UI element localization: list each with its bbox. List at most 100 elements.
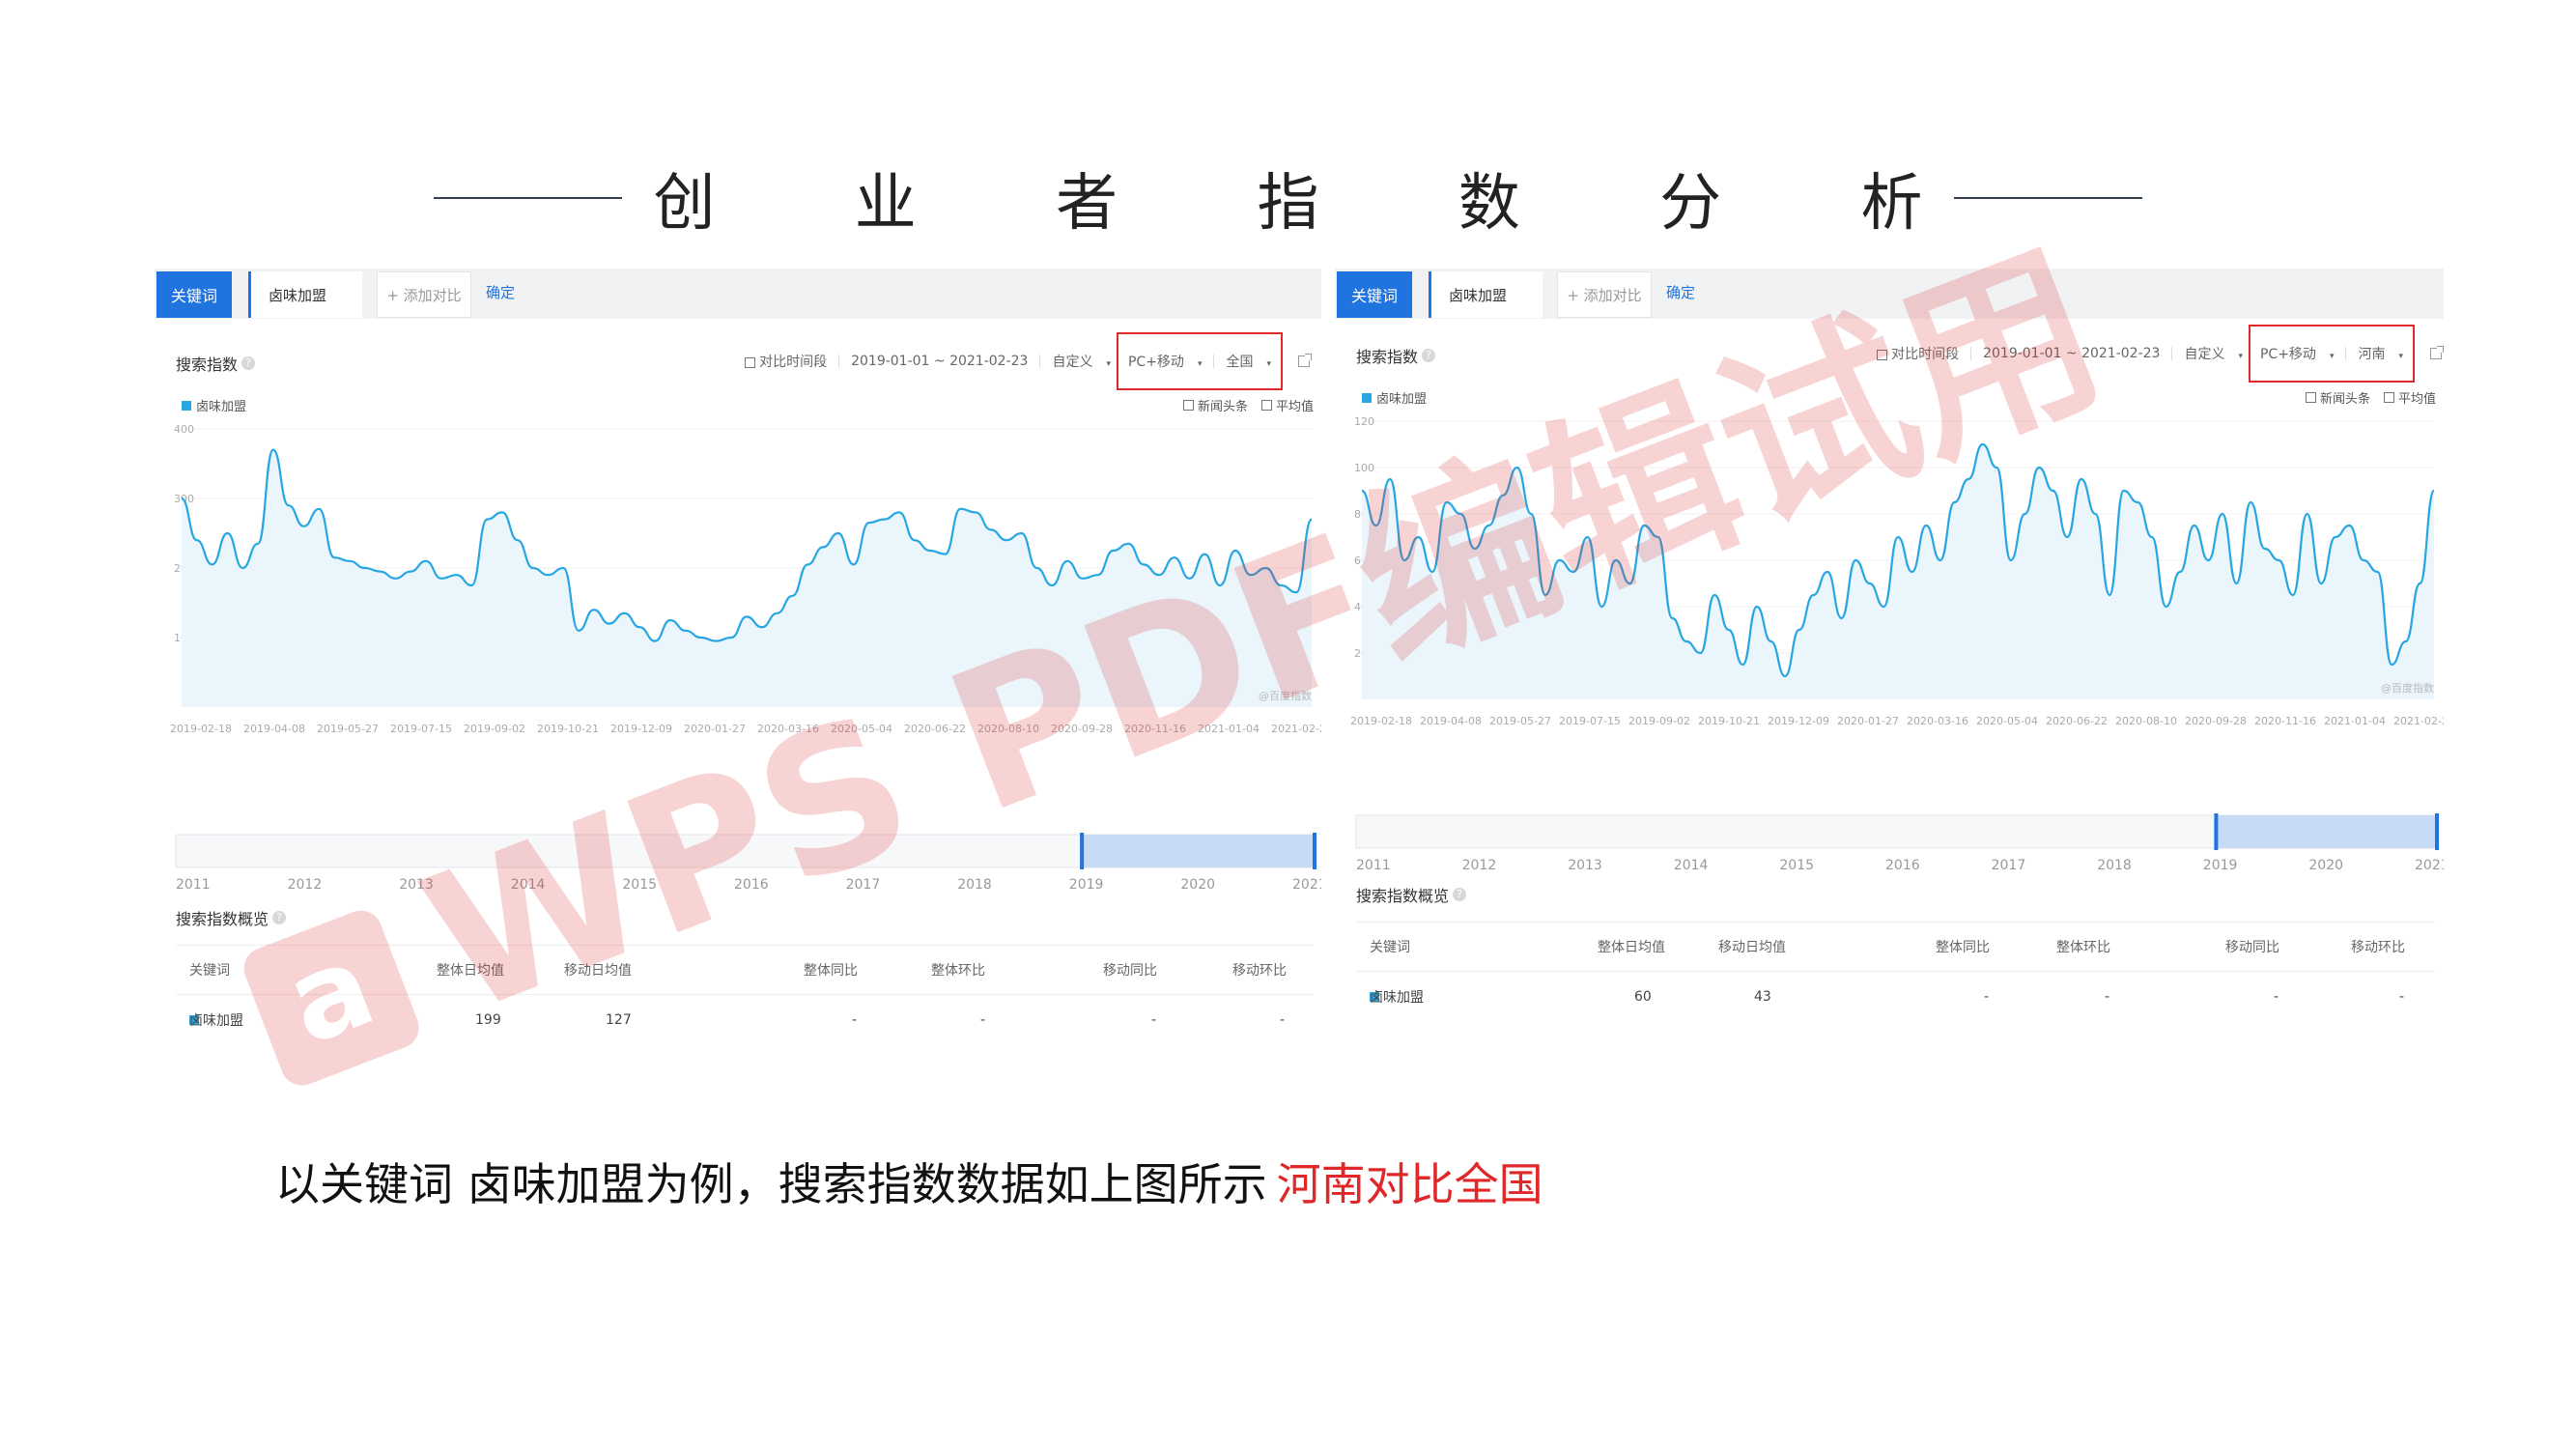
keyword-tab[interactable]: 关键词 xyxy=(156,271,232,318)
x-tick-label: 2020-08-10 xyxy=(2115,715,2177,727)
range-year-label: 2012 xyxy=(1462,858,1497,873)
confirm-link[interactable]: 确定 xyxy=(486,282,515,302)
device-dropdown[interactable]: PC+移动 ▾ xyxy=(2260,344,2334,363)
x-tick-label: 2019-07-15 xyxy=(390,723,452,735)
news-label: 新闻头条 xyxy=(2319,392,2370,407)
checkbox-icon xyxy=(745,356,756,368)
export-icon[interactable] xyxy=(2430,346,2444,359)
chart-controls: 对比时间段 2019-01-01 ~ 2021-02-23 自定义 ▾ PC+移动… xyxy=(745,332,1312,390)
x-tick-label: 2019-09-02 xyxy=(464,723,525,735)
chart-controls: 对比时间段 2019-01-01 ~ 2021-02-23 自定义 ▾ PC+移动… xyxy=(1877,325,2444,383)
chart-legend: 卤味加盟 xyxy=(182,396,246,414)
compare-period-toggle[interactable]: 对比时间段 xyxy=(1877,344,1959,363)
divider xyxy=(2171,347,2173,360)
custom-dropdown[interactable]: 自定义 ▾ xyxy=(2184,344,2243,363)
x-tick-label: 2019-04-08 xyxy=(243,723,305,735)
date-range[interactable]: 2019-01-01 ~ 2021-02-23 xyxy=(1983,346,2160,361)
help-icon[interactable]: ? xyxy=(1453,888,1467,901)
average-label: 平均值 xyxy=(2397,392,2436,407)
header-keyword: 关键词 xyxy=(189,963,230,979)
highlight-box: PC+移动 ▾ 全国 ▾ xyxy=(1116,332,1283,390)
range-year-label: 2021 xyxy=(2415,858,2444,873)
divider xyxy=(838,355,840,368)
keyword-input[interactable]: 卤味加盟 xyxy=(248,271,362,318)
overview-table: 关键词 整体日均值 移动日均值 整体同比 整体环比 移动同比 移动环比 卤味加盟… xyxy=(176,945,1314,1045)
dropdown-arrow-icon: ▾ xyxy=(2398,352,2403,361)
help-icon[interactable]: ? xyxy=(1422,349,1436,362)
compare-period-label: 对比时间段 xyxy=(1891,347,1960,362)
range-handle-right xyxy=(1313,833,1316,869)
header-mobile-mom: 移动环比 xyxy=(1232,963,1287,979)
row-keyword-text: 卤味加盟 xyxy=(1370,990,1424,1006)
average-toggle[interactable]: 平均值 xyxy=(2383,388,2436,407)
x-tick-label: 2019-10-21 xyxy=(537,723,599,735)
range-year-label: 2016 xyxy=(734,877,769,893)
keyword-input[interactable]: 卤味加盟 xyxy=(1429,271,1543,318)
row-mobile-yoy: - xyxy=(1151,1012,1157,1028)
keyword-tab[interactable]: 关键词 xyxy=(1337,271,1412,318)
export-icon[interactable] xyxy=(1298,354,1312,367)
x-tick-label: 2020-01-27 xyxy=(684,723,746,735)
device-dropdown[interactable]: PC+移动 ▾ xyxy=(1128,352,1202,371)
keyword-bar: 关键词 卤味加盟 + 添加对比 确定 xyxy=(155,269,1321,319)
dropdown-arrow-icon: ▾ xyxy=(1266,359,1271,369)
checkbox-icon xyxy=(1877,349,1888,360)
x-tick-label: 2020-06-22 xyxy=(2046,715,2108,727)
range-year-label: 2011 xyxy=(176,877,211,893)
range-year-label: 2015 xyxy=(1779,858,1814,873)
header-mobile-yoy: 移动同比 xyxy=(1103,963,1157,979)
divider xyxy=(1970,347,1972,360)
news-toggle[interactable]: 新闻头条 xyxy=(2305,388,2370,407)
slide-caption: 以关键词 卤味加盟为例，搜索指数数据如上图所示 河南对比全国 xyxy=(275,1150,1543,1213)
divider xyxy=(1039,355,1041,368)
news-toggle[interactable]: 新闻头条 xyxy=(1182,396,1248,414)
region-label: 河南 xyxy=(2358,347,2386,362)
overview-table: 关键词 整体日均值 移动日均值 整体同比 整体环比 移动同比 移动环比 卤味加盟… xyxy=(1356,922,2436,1022)
range-year-label: 2014 xyxy=(511,877,546,893)
date-range[interactable]: 2019-01-01 ~ 2021-02-23 xyxy=(851,354,1028,369)
y-tick-label: 100 xyxy=(1354,462,1374,474)
x-tick-label: 2020-11-16 xyxy=(1124,723,1186,735)
divider xyxy=(1213,355,1215,368)
chart-options: 新闻头条 平均值 xyxy=(1170,396,1314,414)
row-overall-daily: 199 xyxy=(475,1012,501,1028)
range-year-label: 2011 xyxy=(1356,858,1391,873)
compare-period-toggle[interactable]: 对比时间段 xyxy=(745,352,827,371)
table-row: 卤味加盟 199 127 - - - - xyxy=(176,995,1314,1045)
search-index-chart[interactable]: 1002003004002019-02-182019-04-082019-05-… xyxy=(155,417,1321,833)
region-dropdown[interactable]: 全国 ▾ xyxy=(1226,352,1271,371)
add-compare-button[interactable]: + 添加对比 xyxy=(377,271,471,318)
legend-label: 卤味加盟 xyxy=(196,400,247,414)
section-title-text: 搜索指数 xyxy=(1356,348,1419,366)
x-tick-label: 2019-05-27 xyxy=(1489,715,1551,727)
header-overall-yoy: 整体同比 xyxy=(804,963,858,979)
average-toggle[interactable]: 平均值 xyxy=(1260,396,1314,414)
header-mobile-mom: 移动环比 xyxy=(2351,940,2405,955)
add-compare-button[interactable]: + 添加对比 xyxy=(1557,271,1652,318)
x-tick-label: 2019-02-18 xyxy=(1350,715,1412,727)
checkbox-icon xyxy=(2383,392,2394,403)
custom-label: 自定义 xyxy=(2184,347,2225,362)
legend-swatch xyxy=(1362,392,1372,403)
help-icon[interactable]: ? xyxy=(241,356,256,370)
x-tick-label: 2020-08-10 xyxy=(977,723,1039,735)
chart-legend: 卤味加盟 xyxy=(1362,388,1427,407)
header-overall-mom: 整体环比 xyxy=(2056,940,2110,955)
custom-dropdown[interactable]: 自定义 ▾ xyxy=(1052,352,1111,371)
region-dropdown[interactable]: 河南 ▾ xyxy=(2358,344,2403,363)
header-overall-yoy: 整体同比 xyxy=(1936,940,1990,955)
time-range-slider[interactable]: 2011 2012 2013 2014 2015 2016 2017 2018 2019 2020… xyxy=(1335,810,2444,877)
confirm-link[interactable]: 确定 xyxy=(1666,282,1695,302)
help-icon[interactable]: ? xyxy=(272,911,287,924)
overview-title: 搜索指数概览? xyxy=(176,906,287,929)
search-index-chart[interactable]: 204060801001202019-02-18 2019-04-08 2019-0… xyxy=(1335,410,2444,815)
overview-title-text: 搜索指数概览 xyxy=(176,910,269,928)
row-overall-mom: - xyxy=(2105,989,2110,1005)
x-tick-label: 2021-01-04 xyxy=(1198,723,1260,735)
x-tick-label: 2020-09-28 xyxy=(1051,723,1113,735)
range-year-label: 2013 xyxy=(1568,858,1602,873)
row-keyword-text: 卤味加盟 xyxy=(189,1013,243,1029)
chart-options: 新闻头条 平均值 xyxy=(2292,388,2436,407)
time-range-slider[interactable]: 2011 2012 2013 2014 2015 2016 2017 2018 2019 2020… xyxy=(155,829,1321,896)
table-header: 关键词 整体日均值 移动日均值 整体同比 整体环比 移动同比 移动环比 xyxy=(1356,922,2436,972)
